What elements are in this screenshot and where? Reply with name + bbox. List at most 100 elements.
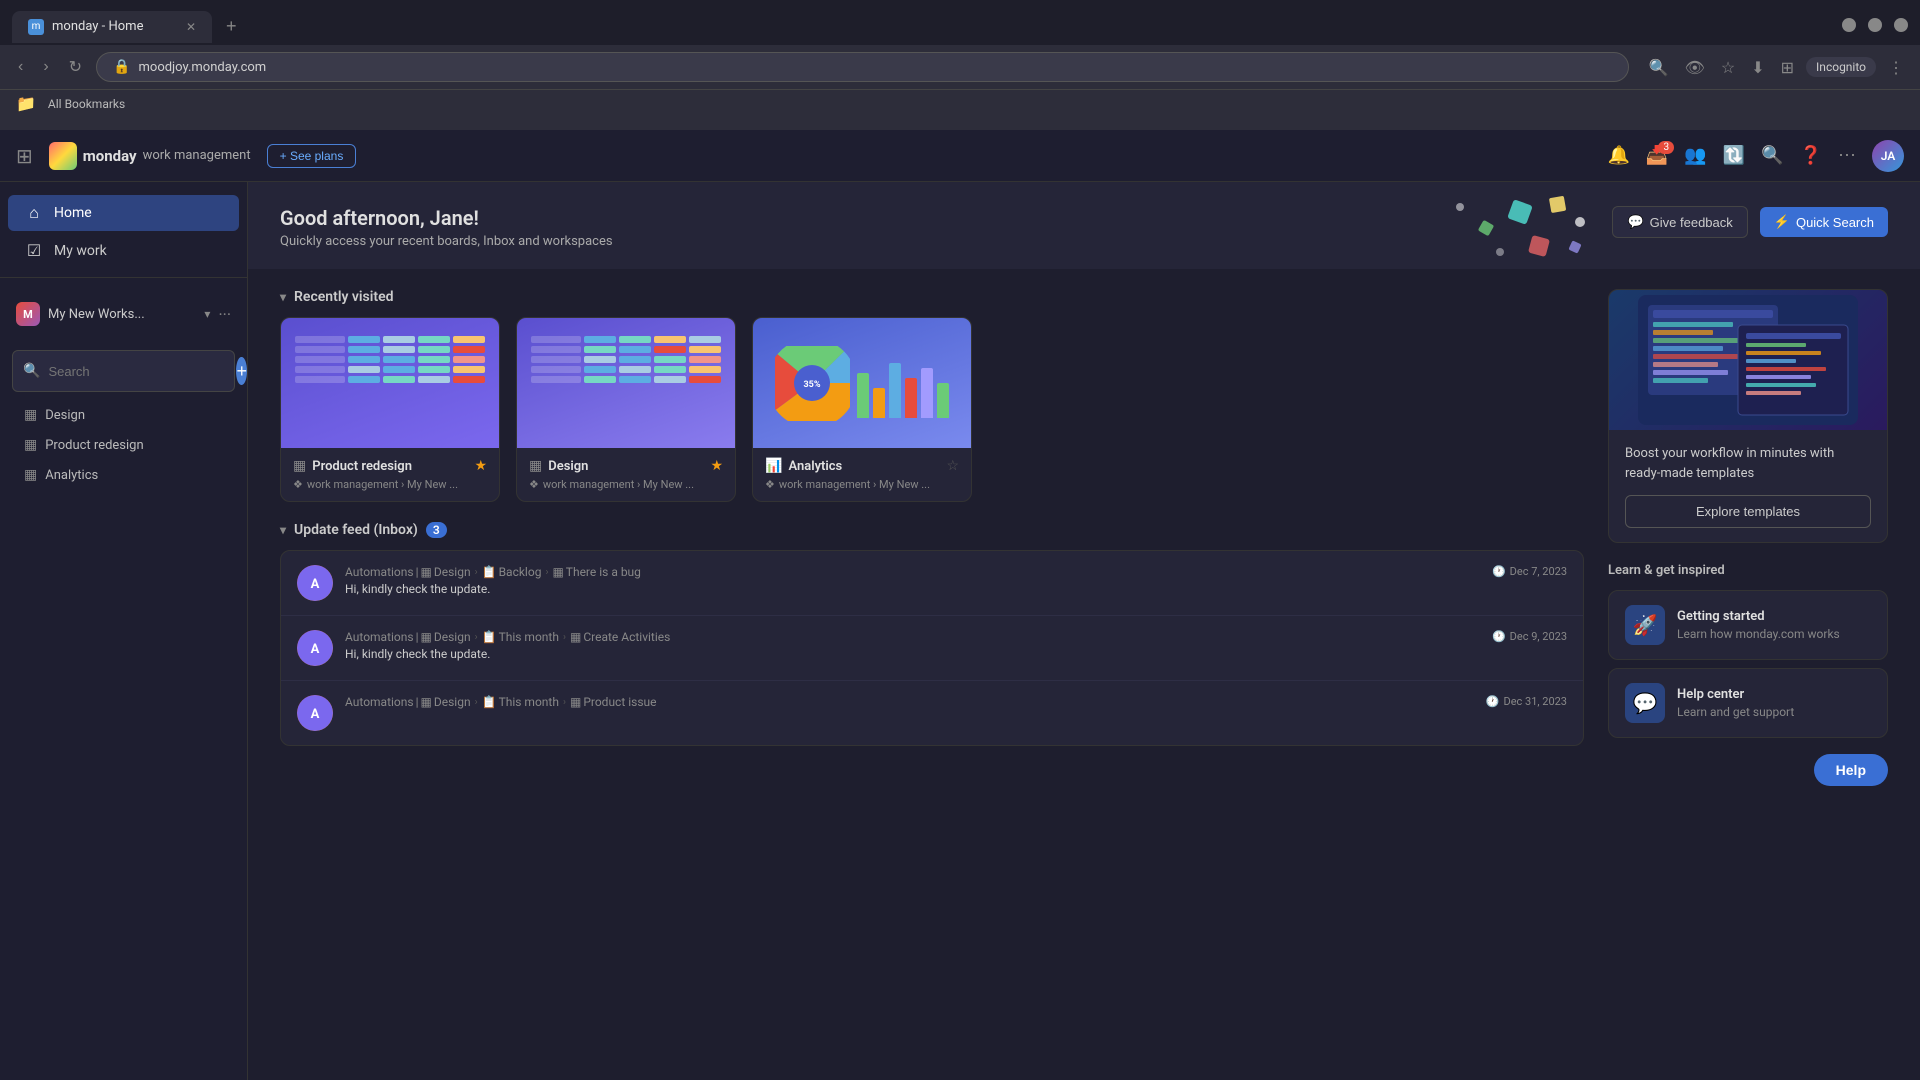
- workspace-meta-icon: ❖: [293, 478, 303, 491]
- card-star-analytics[interactable]: ☆: [946, 458, 959, 474]
- feed-sender-1: Automations: [345, 565, 414, 579]
- feed-item-1[interactable]: A Automations | ▦ Design ›: [281, 551, 1583, 616]
- reload-button[interactable]: ↻: [63, 53, 88, 81]
- board-product-redesign-label: Product redesign: [45, 438, 143, 453]
- address-bar-row: ‹ › ↻ 🔒 moodjoy.monday.com 🔍 👁 ☆ ⬇ ⊞ Inc…: [0, 45, 1920, 89]
- card-title-product-redesign: Product redesign: [312, 459, 468, 474]
- minimize-button[interactable]: [1842, 18, 1856, 32]
- feed-item-3[interactable]: A Automations | ▦ Design ›: [281, 681, 1583, 745]
- quick-search-icon: ⚡: [1774, 214, 1790, 230]
- board-analytics-label: Analytics: [45, 468, 98, 483]
- template-info: Boost your workflow in minutes with read…: [1609, 430, 1887, 542]
- more-icon[interactable]: ⋯: [1838, 145, 1856, 166]
- app-logo: monday work management: [49, 142, 251, 170]
- help-icon[interactable]: ❓: [1800, 145, 1822, 166]
- template-description: Boost your workflow in minutes with read…: [1625, 444, 1871, 483]
- browser-menu-icon[interactable]: ⋮: [1884, 54, 1908, 81]
- see-plans-button[interactable]: + See plans: [267, 144, 357, 168]
- card-title-row-analytics: 📊 Analytics ☆: [765, 458, 959, 474]
- template-card: Boost your workflow in minutes with read…: [1608, 289, 1888, 543]
- mini-board-product-redesign: [289, 330, 491, 440]
- header-icons: 🔔 📥 3 👥 🔃 🔍 ❓ ⋯ JA: [1607, 140, 1904, 172]
- sep-icon-3a: |: [416, 695, 419, 709]
- people-icon[interactable]: 👥: [1684, 145, 1706, 166]
- quick-search-label: Quick Search: [1796, 215, 1874, 230]
- inbox-icon[interactable]: 📥 3: [1646, 145, 1668, 166]
- browser-search-icon[interactable]: 🔍: [1645, 54, 1673, 81]
- help-center-subtitle: Learn and get support: [1677, 705, 1794, 719]
- address-bar[interactable]: 🔒 moodjoy.monday.com: [96, 52, 1629, 82]
- card-title-design: Design: [548, 459, 704, 474]
- board-card-product-redesign[interactable]: ▦ Product redesign ★ ❖ work management ›…: [280, 317, 500, 502]
- user-avatar[interactable]: JA: [1872, 140, 1904, 172]
- add-board-button[interactable]: +: [236, 357, 247, 385]
- grid-icon[interactable]: ⊞: [16, 144, 33, 168]
- maximize-button[interactable]: [1868, 18, 1882, 32]
- card-info-analytics: 📊 Analytics ☆ ❖ work management › My New…: [753, 448, 971, 501]
- help-button[interactable]: Help: [1814, 754, 1888, 786]
- workspace-chevron-icon: ▾: [204, 307, 210, 321]
- board-card-analytics[interactable]: 35%: [752, 317, 972, 502]
- inspire-text-help-center: Help center Learn and get support: [1677, 687, 1794, 719]
- help-center-title: Help center: [1677, 687, 1794, 702]
- feed-item-2[interactable]: A Automations | ▦ Design ›: [281, 616, 1583, 681]
- feed-avatar-3: A: [297, 695, 333, 731]
- getting-started-title: Getting started: [1677, 609, 1840, 624]
- inspire-card-getting-started[interactable]: 🚀 Getting started Learn how monday.com w…: [1608, 590, 1888, 660]
- sidebar-board-product-redesign[interactable]: ▦ Product redesign: [8, 431, 239, 459]
- update-feed-header: ▾ Update feed (Inbox) 3: [280, 522, 1584, 538]
- main-content-area: Good afternoon, Jane! Quickly access you…: [248, 182, 1920, 1080]
- feed-icon-2c: ▦: [570, 630, 581, 644]
- app-header: ⊞ monday work management + See plans 🔔 📥…: [0, 130, 1920, 182]
- browser-toolbar-icons: 🔍 👁 ☆ ⬇ ⊞ Incognito ⋮: [1645, 54, 1908, 81]
- card-star-product-redesign[interactable]: ★: [474, 458, 487, 474]
- sidebar-board-analytics[interactable]: ▦ Analytics: [8, 461, 239, 489]
- sidebar-workspace[interactable]: M My New Works... ▾ ···: [0, 294, 247, 334]
- feedback-button[interactable]: 💬 Give feedback: [1612, 206, 1747, 238]
- download-icon[interactable]: ⬇: [1747, 54, 1768, 81]
- app-container: ⊞ monday work management + See plans 🔔 📥…: [0, 130, 1920, 1080]
- search-header-icon[interactable]: 🔍: [1761, 145, 1783, 166]
- back-button[interactable]: ‹: [12, 54, 29, 80]
- feed-path-1c: There is a bug: [566, 565, 641, 579]
- feed-chevron-icon[interactable]: ▾: [280, 523, 286, 537]
- feed-time-text-1: Dec 7, 2023: [1510, 565, 1567, 578]
- quick-search-button[interactable]: ⚡ Quick Search: [1760, 207, 1888, 237]
- inspire-section: Learn & get inspired 🚀 Getting started L…: [1608, 563, 1888, 738]
- bookmark-icon[interactable]: ☆: [1717, 54, 1739, 81]
- feed-icon-2a: ▦: [421, 630, 432, 644]
- forward-button[interactable]: ›: [37, 54, 54, 80]
- active-tab[interactable]: m monday - Home ✕: [12, 11, 212, 43]
- breadcrumb-sep-1b: ›: [545, 567, 548, 578]
- template-preview-svg: [1638, 295, 1858, 425]
- workspace-more-icon[interactable]: ···: [218, 305, 231, 324]
- search-input[interactable]: [48, 364, 224, 379]
- bell-icon[interactable]: 🔔: [1607, 145, 1629, 166]
- board-card-design[interactable]: ▦ Design ★ ❖ work management › My New ..…: [516, 317, 736, 502]
- my-work-icon: ☑: [24, 241, 44, 260]
- tab-close-button[interactable]: ✕: [186, 20, 196, 34]
- incognito-badge[interactable]: Incognito: [1806, 57, 1876, 77]
- card-info-product-redesign: ▦ Product redesign ★ ❖ work management ›…: [281, 448, 499, 501]
- feed-message-1: Hi, kindly check the update.: [345, 582, 1480, 596]
- sidebar-home-label: Home: [54, 205, 92, 221]
- recently-visited-chevron-icon[interactable]: ▾: [280, 290, 286, 304]
- sidebar-item-my-work[interactable]: ☑ My work: [8, 233, 239, 268]
- lock-icon: 🔒: [113, 59, 130, 75]
- explore-templates-button[interactable]: Explore templates: [1625, 495, 1871, 528]
- card-star-design[interactable]: ★: [710, 458, 723, 474]
- sidebar-item-home[interactable]: ⌂ Home: [8, 195, 239, 231]
- inspire-card-help-center[interactable]: 💬 Help center Learn and get support: [1608, 668, 1888, 738]
- sidebar-board-design[interactable]: ▦ Design: [8, 401, 239, 429]
- feed-breadcrumb-3: Automations | ▦ Design › 📋 This month ›: [345, 695, 1474, 709]
- home-icon: ⌂: [24, 203, 44, 223]
- feed-time-1: 🕐 Dec 7, 2023: [1492, 565, 1567, 578]
- new-tab-button[interactable]: +: [218, 12, 245, 41]
- card-meta-text-design: work management › My New ...: [543, 478, 694, 491]
- extensions-icon[interactable]: ⊞: [1777, 54, 1798, 81]
- reading-mode-icon[interactable]: 👁: [1681, 54, 1709, 81]
- all-bookmarks-link[interactable]: All Bookmarks: [48, 97, 125, 111]
- updates-icon[interactable]: 🔃: [1723, 145, 1745, 166]
- feed-path-3b: This month: [499, 695, 559, 709]
- close-button[interactable]: [1894, 18, 1908, 32]
